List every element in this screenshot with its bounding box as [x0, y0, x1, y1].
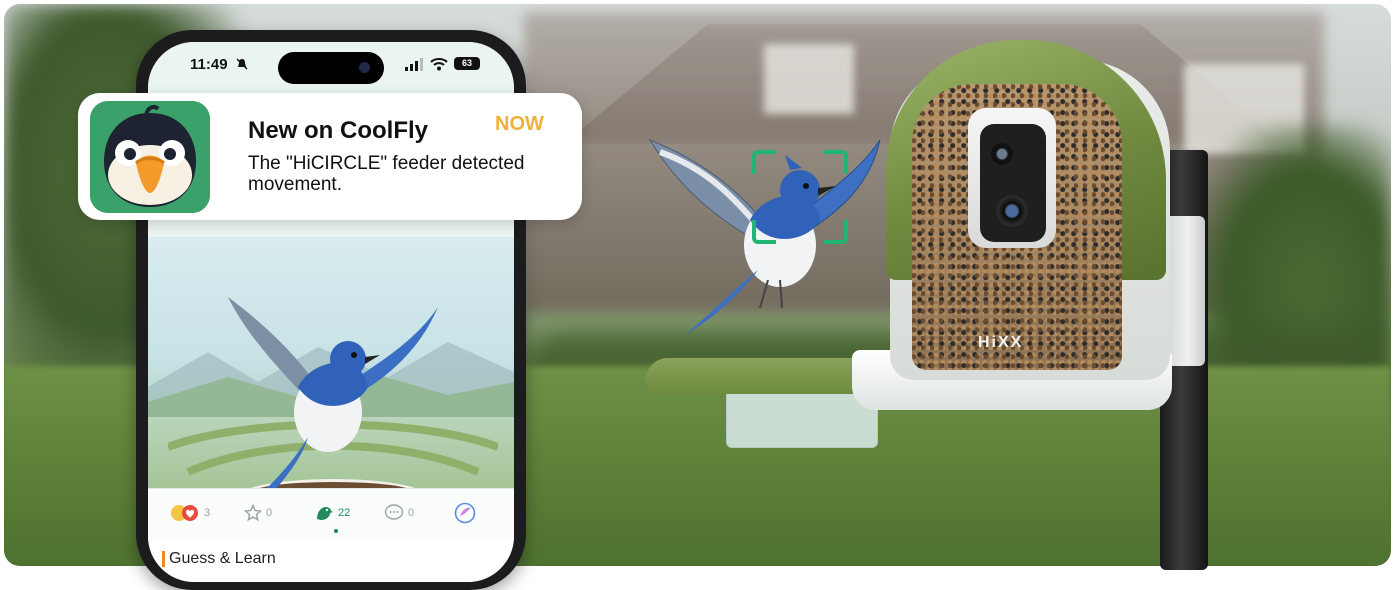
- tab-comments[interactable]: 0: [384, 501, 414, 525]
- section-header: Guess & Learn: [148, 540, 514, 582]
- dynamic-island: [278, 52, 384, 84]
- feeder-brand-label: HiXX: [978, 334, 1024, 351]
- puffin-logo-icon: [90, 101, 210, 213]
- comment-icon: [384, 504, 404, 520]
- star-icon: [244, 504, 262, 522]
- camera-sensor-icon: [991, 143, 1013, 165]
- reaction-icon: [171, 505, 198, 521]
- tab-share[interactable]: [454, 501, 476, 525]
- coolfly-app-icon: [90, 101, 210, 213]
- app-bird-on-feeder: [168, 297, 498, 507]
- tab-favorites[interactable]: 0: [244, 501, 272, 525]
- tab-birds-count: 22: [338, 507, 351, 519]
- section-accent-bar: [162, 551, 165, 567]
- tab-birds[interactable]: 22: [314, 501, 350, 525]
- tab-reactions[interactable]: 3: [170, 501, 210, 525]
- bell-muted-icon: [236, 58, 248, 70]
- status-time: 11:49: [190, 56, 228, 73]
- section-title: Guess & Learn: [169, 550, 276, 567]
- tab-favorites-count: 0: [266, 507, 273, 519]
- front-camera-icon: [359, 62, 370, 73]
- tab-comments-count: 0: [408, 507, 415, 519]
- tab-reactions-count: 3: [204, 507, 211, 519]
- push-notification[interactable]: New on CoolFly NOW The "HiCIRCLE" feeder…: [78, 93, 582, 220]
- house-window: [764, 44, 854, 114]
- bird-icon: [317, 507, 333, 520]
- feeder-photo: [148, 237, 514, 507]
- share-logo-icon: [454, 502, 476, 524]
- detection-frame: [752, 150, 848, 244]
- notification-title: New on CoolFly: [248, 117, 428, 144]
- status-bar: 11:49 63: [148, 42, 514, 98]
- app-tab-bar: 3 0 22 0: [148, 488, 514, 541]
- notification-body: The "HiCIRCLE" feeder detected movement.: [248, 153, 525, 195]
- wifi-icon: [430, 58, 448, 71]
- battery-icon: 63: [454, 57, 480, 70]
- signal-icon: [405, 58, 423, 71]
- active-tab-indicator: [334, 529, 338, 533]
- notification-time: NOW: [495, 113, 544, 135]
- camera-lens-icon: [996, 195, 1028, 227]
